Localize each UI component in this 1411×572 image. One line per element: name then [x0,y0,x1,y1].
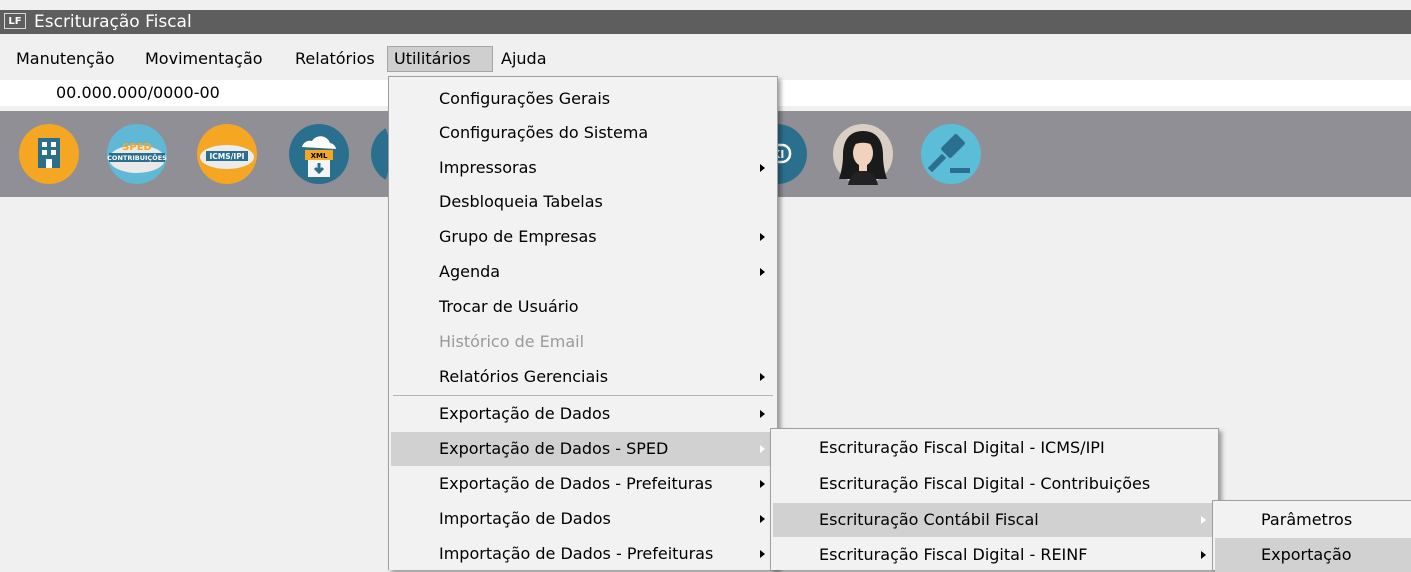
sped-label: SPED [122,142,152,153]
menu-relatorios[interactable]: Relatórios [289,46,381,72]
menu-item-impressoras[interactable]: Impressoras [391,151,775,185]
menu-item-historico-email: Histórico de Email [439,332,585,351]
company-cnpj: 00.000.000/0000-00 [56,83,220,102]
menu-item-efd-contribuicoes[interactable]: Escrituração Fiscal Digital - Contribuiç… [773,467,1216,501]
menu-item-exportacao-dados-sped[interactable]: Exportação de Dados - SPED [391,432,775,466]
xml-download-icon[interactable]: XML [288,123,350,185]
building-icon[interactable] [18,123,80,185]
menu-item-exportacao-dados[interactable]: Exportação de Dados [391,397,775,431]
menu-utilitarios[interactable]: Utilitários [387,46,493,72]
menu-item-relatorios-gerenciais[interactable]: Relatórios Gerenciais [391,360,775,394]
assistant-avatar-icon[interactable] [832,123,894,185]
menu-movimentacao[interactable]: Movimentação [139,46,269,72]
submenu-arrow-icon [760,233,765,241]
menu-item-importacao-dados[interactable]: Importação de Dados [391,502,775,536]
title-bar: LF Escrituração Fiscal [0,10,1411,34]
icms-ipi-icon[interactable]: ICMS/IPI [196,123,258,185]
sped-contribuicoes-icon[interactable]: SPED CONTRIBUIÇÕES [106,123,168,185]
utilitarios-menu: Configurações Gerais Configurações do Si… [388,76,778,570]
menu-item-trocar-usuario[interactable]: Trocar de Usuário [391,290,775,324]
submenu-arrow-icon [760,480,765,488]
submenu-arrow-icon [760,373,765,381]
menu-manutencao[interactable]: Manutenção [10,46,121,72]
submenu-arrow-icon [760,515,765,523]
window-title: Escrituração Fiscal [34,12,192,32]
menu-item-exportacao-dados-prefeituras[interactable]: Exportação de Dados - Prefeituras [391,467,775,501]
ecf-submenu: Parâmetros Exportação [1212,500,1411,572]
submenu-arrow-icon [760,550,765,558]
partial-toolbar-icon[interactable] [370,123,390,185]
submenu-arrow-icon [760,410,765,418]
app-icon: LF [4,13,26,29]
menu-item-configuracoes-sistema[interactable]: Configurações do Sistema [391,116,775,150]
menu-bar: Manutenção Movimentação Relatórios Utili… [0,46,1411,74]
contribuicoes-label: CONTRIBUIÇÕES [107,153,167,162]
sped-submenu: Escrituração Fiscal Digital - ICMS/IPI E… [770,428,1219,570]
submenu-arrow-icon [760,164,765,172]
submenu-arrow-icon [1201,551,1206,559]
submenu-arrow-icon [1201,516,1206,524]
menu-item-agenda[interactable]: Agenda [391,255,775,289]
menu-item-exportacao[interactable]: Exportação [1215,538,1411,572]
submenu-arrow-icon [760,268,765,276]
xml-label: XML [311,152,328,160]
menu-item-efd-reinf[interactable]: Escrituração Fiscal Digital - REINF [773,538,1216,572]
menu-item-efd-icms-ipi[interactable]: Escrituração Fiscal Digital - ICMS/IPI [773,431,1216,465]
gavel-icon[interactable] [920,123,982,185]
submenu-arrow-icon [760,445,765,453]
menu-item-escrituracao-contabil-fiscal[interactable]: Escrituração Contábil Fiscal [773,503,1216,537]
menu-separator [393,395,773,396]
menu-item-grupo-empresas[interactable]: Grupo de Empresas [391,220,775,254]
menu-item-desbloqueia-tabelas[interactable]: Desbloqueia Tabelas [391,185,775,219]
menu-ajuda[interactable]: Ajuda [495,46,553,72]
menu-item-configuracoes-gerais[interactable]: Configurações Gerais [391,82,775,116]
icms-ipi-label: ICMS/IPI [210,152,245,161]
menu-item-importacao-dados-prefeituras[interactable]: Importação de Dados - Prefeituras [391,537,775,571]
menu-item-parametros[interactable]: Parâmetros [1215,503,1411,537]
